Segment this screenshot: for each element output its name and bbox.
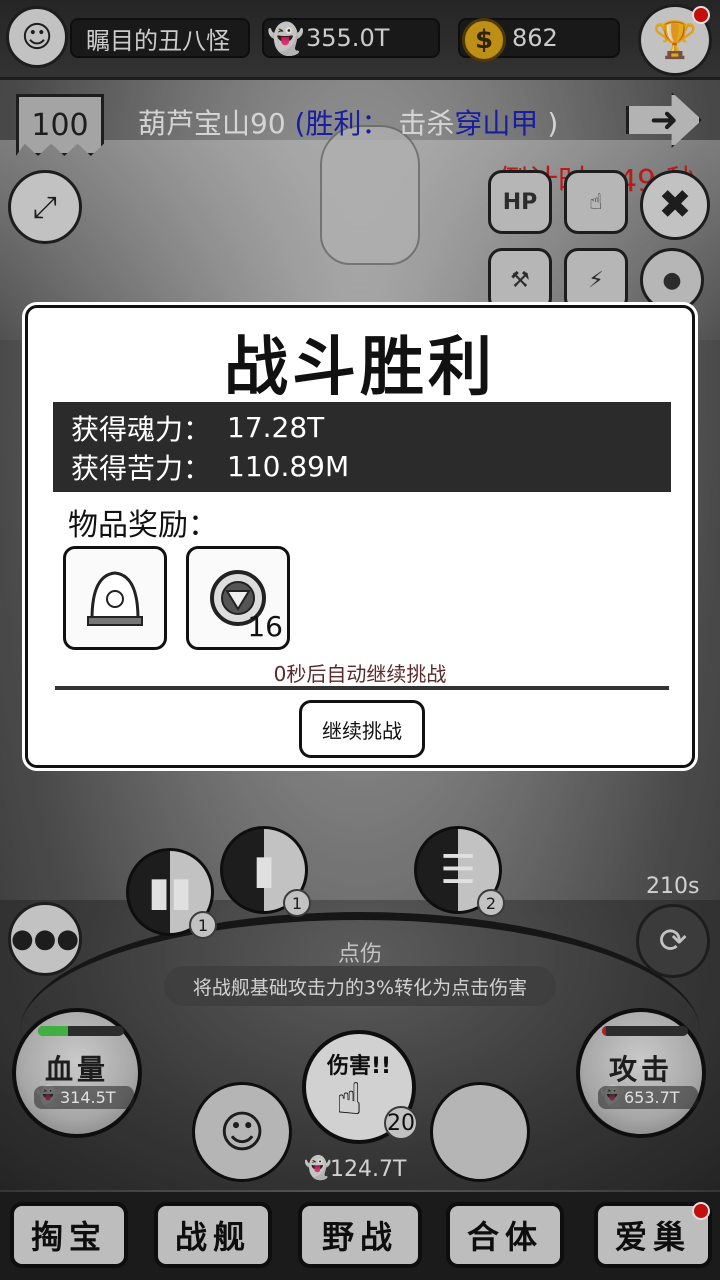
victory-dialog: 战斗胜利 获得魂力： 17.28T 获得苦力： 110.89M 物品奖励： 16…	[25, 305, 695, 768]
reward-value: 17.28T	[227, 411, 325, 444]
reward-item-2[interactable]: 16	[186, 546, 290, 650]
reward-value: 110.89M	[227, 450, 350, 483]
item-count: 16	[247, 610, 283, 643]
rewards-box: 获得魂力： 17.28T 获得苦力： 110.89M	[53, 402, 671, 492]
reward-row: 获得苦力： 110.89M	[71, 447, 653, 486]
reward-row: 获得魂力： 17.28T	[71, 408, 653, 447]
continue-challenge-button[interactable]: 继续挑战	[299, 700, 425, 758]
bell-jar-icon	[87, 571, 143, 626]
dialog-title: 战斗胜利	[224, 331, 496, 405]
reward-label: 获得苦力：	[71, 451, 212, 485]
items-label: 物品奖励：	[68, 508, 218, 543]
reward-label: 获得魂力：	[71, 412, 212, 446]
dialog-divider	[55, 686, 669, 690]
reward-item-1[interactable]	[63, 546, 167, 650]
auto-continue-text: 0秒后自动继续挑战	[273, 662, 447, 686]
